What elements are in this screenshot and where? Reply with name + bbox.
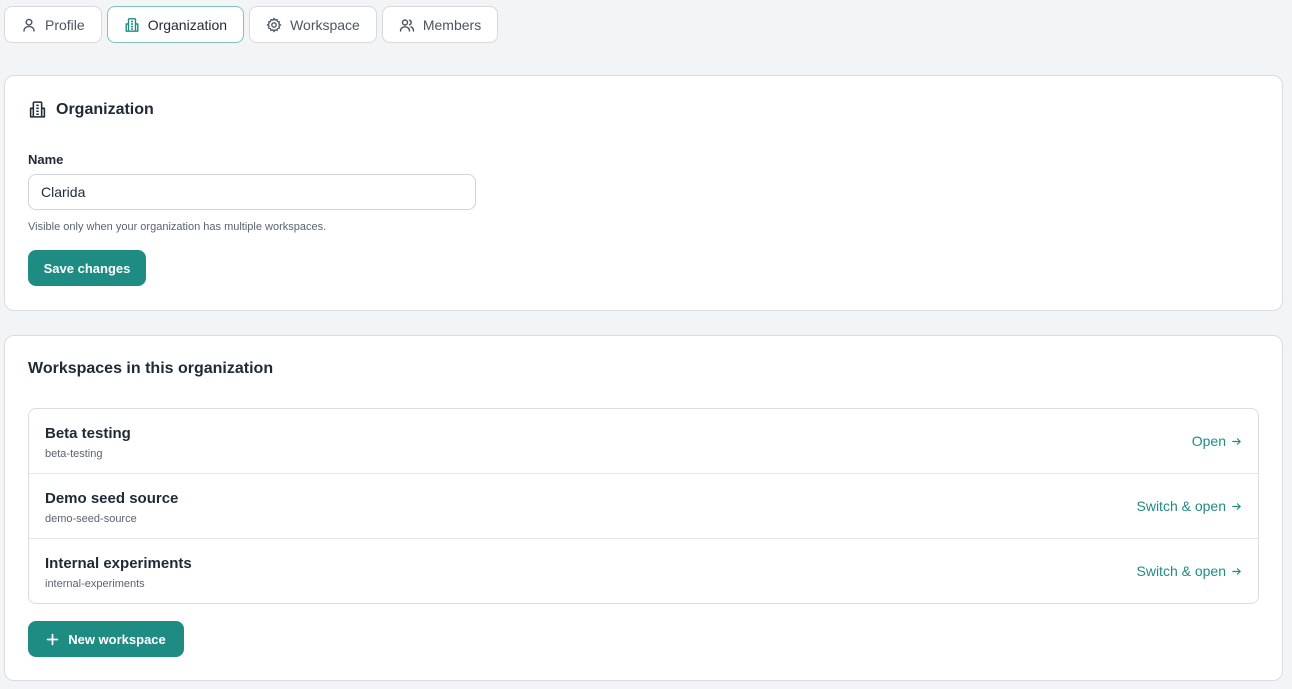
workspace-name: Demo seed source (45, 490, 179, 507)
save-changes-button[interactable]: Save changes (28, 250, 146, 286)
workspace-slug: internal-experiments (45, 578, 145, 590)
open-workspace-link[interactable]: Open (1192, 433, 1242, 449)
organization-card: Organization Name Visible only when your… (4, 75, 1283, 311)
workspace-slug: beta-testing (45, 448, 103, 460)
action-label: Switch & open (1136, 498, 1227, 514)
organization-title: Organization (56, 100, 154, 118)
user-icon (21, 17, 37, 33)
workspace-row-internal-experiments: Internal experiments internal-experiment… (29, 539, 1258, 603)
tab-label: Organization (147, 16, 228, 33)
switch-open-workspace-link[interactable]: Switch & open (1137, 498, 1243, 514)
switch-open-workspace-link[interactable]: Switch & open (1137, 563, 1243, 579)
workspaces-card: Workspaces in this organization Beta tes… (4, 335, 1283, 681)
workspace-name: Beta testing (45, 425, 131, 442)
tab-label: Workspace (290, 16, 360, 33)
workspace-row-beta-testing: Beta testing beta-testing Open (29, 409, 1258, 474)
tab-label: Profile (45, 16, 85, 33)
new-workspace-label: New workspace (68, 631, 166, 647)
tab-organization[interactable]: Organization (106, 6, 245, 43)
name-label: Name (28, 152, 64, 167)
tab-members[interactable]: Members (381, 6, 499, 43)
workspace-list: Beta testing beta-testing Open Demo seed… (28, 408, 1259, 604)
action-label: Switch & open (1136, 563, 1227, 579)
organization-header: Organization (28, 100, 154, 119)
new-workspace-button[interactable]: New workspace (28, 621, 184, 657)
workspaces-title: Workspaces in this organization (28, 360, 274, 377)
arrow-right-icon (1231, 501, 1242, 512)
workspace-row-demo-seed-source: Demo seed source demo-seed-source Switch… (29, 474, 1258, 539)
building-icon (28, 100, 47, 119)
tab-profile[interactable]: Profile (4, 6, 102, 43)
tab-label: Members (422, 16, 482, 33)
settings-tabs: Profile Organization Workspace Members (4, 6, 499, 43)
organization-name-input[interactable] (28, 174, 476, 210)
arrow-right-icon (1231, 436, 1242, 447)
workspace-slug: demo-seed-source (45, 513, 137, 525)
arrow-right-icon (1231, 566, 1242, 577)
workspace-name: Internal experiments (45, 555, 192, 572)
gear-icon (266, 16, 282, 33)
tab-workspace[interactable]: Workspace (249, 6, 377, 43)
name-hint: Visible only when your organization has … (28, 221, 327, 233)
action-label: Open (1191, 433, 1226, 449)
users-icon (399, 17, 415, 33)
building-icon (124, 17, 140, 33)
plus-icon (46, 633, 59, 646)
